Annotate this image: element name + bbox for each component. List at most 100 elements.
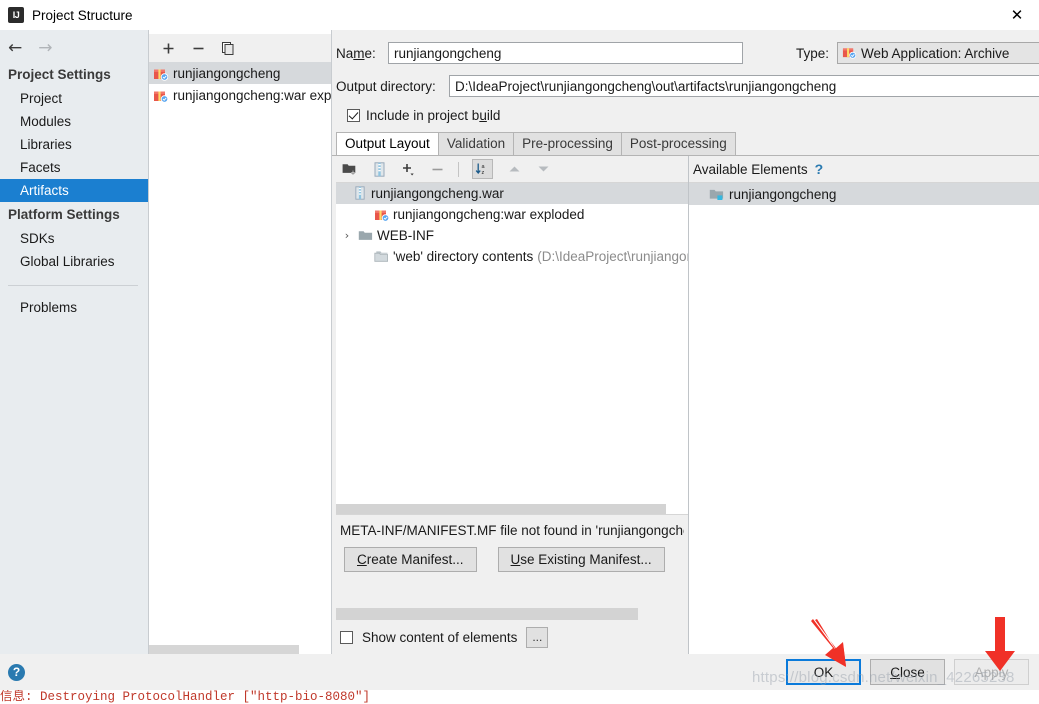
manifest-horizontal-scrollbar[interactable] — [336, 608, 688, 620]
tab-pre-processing[interactable]: Pre-processing — [513, 132, 622, 155]
artifact-icon — [153, 88, 169, 103]
tree-row-label: runjiangongcheng.war — [371, 186, 504, 201]
copy-artifact-button[interactable] — [220, 40, 236, 56]
show-content-of-elements-label: Show content of elements — [362, 629, 518, 645]
sidebar-navigation-buttons: ← → — [0, 34, 148, 62]
tree-row[interactable]: runjiangongcheng.war — [336, 183, 688, 204]
sidebar-item-problems[interactable]: Problems — [0, 296, 148, 319]
artifacts-list[interactable]: runjiangongcheng runjiangongcheng:war ex… — [149, 62, 364, 654]
artifact-icon — [374, 207, 390, 222]
artifact-list-item-label: runjiangongcheng — [173, 65, 281, 81]
tab-output-layout[interactable]: Output Layout — [336, 132, 439, 155]
chevron-right-icon[interactable]: › — [340, 229, 354, 242]
output-layout-toolbar: a z — [336, 156, 688, 182]
folder-add-icon[interactable] — [342, 161, 358, 177]
archive-icon[interactable] — [371, 161, 387, 177]
type-label: Type: — [796, 45, 830, 61]
close-icon[interactable]: ✕ — [995, 0, 1039, 30]
svg-text:z: z — [482, 170, 485, 176]
artifact-list-item[interactable]: runjiangongcheng — [149, 62, 331, 84]
arrow-left-icon[interactable]: ← — [8, 39, 22, 57]
artifact-tabs: Output Layout Validation Pre-processing … — [336, 132, 1039, 155]
sidebar-item-facets[interactable]: Facets — [0, 156, 148, 179]
dialog-body: ← → Project Settings Project Modules Lib… — [0, 30, 1039, 654]
name-input[interactable]: runjiangongcheng — [388, 42, 743, 64]
sort-az-icon[interactable]: a z — [472, 159, 493, 179]
folder-copy-icon — [374, 250, 389, 263]
include-in-build-checkbox[interactable] — [347, 109, 360, 122]
list-item[interactable]: runjiangongcheng — [689, 183, 1039, 205]
include-in-build-label: Include in project build — [366, 108, 501, 123]
remove-artifact-button[interactable] — [190, 40, 206, 56]
sidebar-item-libraries[interactable]: Libraries — [0, 133, 148, 156]
add-element-button[interactable] — [400, 161, 416, 177]
scrollbar-thumb[interactable] — [336, 504, 666, 514]
create-manifest-button[interactable]: Create Manifest... — [344, 547, 477, 572]
available-elements-header: Available Elements ? — [689, 156, 1039, 182]
artifact-icon — [842, 45, 857, 62]
sidebar-item-sdks[interactable]: SDKs — [0, 227, 148, 250]
tree-row[interactable]: 'web' directory contents (D:\IdeaProject… — [336, 246, 688, 267]
manifest-buttons: Create Manifest... Use Existing Manifest… — [344, 547, 684, 572]
output-directory-label: Output directory: — [336, 78, 436, 94]
artifact-form: Name: runjiangongcheng Type: Web Applica… — [332, 30, 1039, 132]
sidebar-item-modules[interactable]: Modules — [0, 110, 148, 133]
help-question-icon[interactable]: ? — [815, 161, 824, 177]
show-content-options-button[interactable]: ... — [526, 626, 549, 648]
artifact-list-item[interactable]: runjiangongcheng:war exploded — [149, 84, 364, 106]
tree-row[interactable]: runjiangongcheng:war exploded — [336, 204, 688, 225]
available-elements-title: Available Elements — [693, 161, 808, 177]
artifact-editor: Name: runjiangongcheng Type: Web Applica… — [332, 30, 1039, 654]
name-row: Name: runjiangongcheng Type: Web Applica… — [336, 42, 1039, 64]
sidebar-item-artifacts[interactable]: Artifacts — [0, 179, 148, 202]
scrollbar-thumb[interactable] — [336, 608, 638, 620]
sidebar-item-global-libraries[interactable]: Global Libraries — [0, 250, 148, 273]
arrow-right-icon[interactable]: → — [38, 39, 52, 57]
watermark-text: https://blog.csdn.net/weixin_42265238 — [752, 669, 1015, 686]
intellij-idea-logo — [8, 7, 24, 23]
sidebar-divider — [8, 285, 138, 286]
use-existing-manifest-button[interactable]: Use Existing Manifest... — [497, 547, 665, 572]
available-elements-list[interactable]: runjiangongcheng — [689, 182, 1039, 654]
window-titlebar: Project Structure ✕ — [0, 0, 1039, 30]
name-label: Name: — [336, 45, 376, 61]
type-select-value: Web Application: Archive — [861, 45, 1010, 61]
type-select[interactable]: Web Application: Archive ▾ — [837, 42, 1039, 64]
show-content-of-elements-checkbox[interactable] — [340, 630, 353, 644]
archive-icon — [354, 186, 367, 201]
tree-row-path: (D:\IdeaProject\runjiangongch — [537, 249, 688, 264]
sidebar-group-platform-settings: Platform Settings — [8, 207, 120, 222]
list-item-label: runjiangongcheng — [729, 186, 837, 202]
tree-row-label: 'web' directory contents — [393, 249, 534, 264]
window-title: Project Structure — [32, 7, 133, 23]
available-elements-pane: Available Elements ? runjiangongcheng — [689, 156, 1039, 654]
artifacts-list-horizontal-scrollbar[interactable] — [149, 645, 331, 654]
output-directory-input[interactable]: D:\IdeaProject\runjiangongcheng\out\arti… — [449, 75, 1039, 97]
artifact-icon — [153, 66, 169, 81]
tree-row[interactable]: › WEB-INF — [336, 225, 688, 246]
folder-icon — [358, 229, 373, 242]
sidebar-group-project-settings: Project Settings — [8, 67, 111, 82]
include-in-build-row[interactable]: Include in project build — [347, 108, 1039, 123]
bottom-options: Show content of elements ... — [336, 620, 688, 654]
settings-sidebar: ← → Project Settings Project Modules Lib… — [0, 30, 149, 654]
tab-post-processing[interactable]: Post-processing — [620, 132, 736, 155]
add-artifact-button[interactable] — [160, 40, 176, 56]
output-directory-row: Output directory: D:\IdeaProject\runjian… — [336, 75, 1039, 97]
output-layout-split: a z runjiangongcheng.war runjiangongchen… — [336, 156, 1039, 654]
output-layout-tree-horizontal-scrollbar[interactable] — [336, 504, 688, 514]
sidebar-item-project[interactable]: Project — [0, 87, 148, 110]
module-folder-icon — [709, 188, 724, 201]
triangle-down-icon[interactable] — [535, 161, 551, 177]
manifest-panel: META-INF/MANIFEST.MF file not found in '… — [336, 514, 688, 608]
output-layout-tree[interactable]: runjiangongcheng.war runjiangongcheng:wa… — [336, 182, 688, 504]
artifacts-toolbar — [149, 34, 331, 62]
scrollbar-thumb[interactable] — [149, 645, 299, 654]
tree-row-label: WEB-INF — [377, 228, 434, 243]
triangle-up-icon[interactable] — [506, 161, 522, 177]
tab-validation[interactable]: Validation — [437, 132, 515, 155]
output-layout-pane: a z runjiangongcheng.war runjiangongchen… — [336, 156, 689, 654]
toolbar-divider — [458, 161, 459, 177]
remove-element-button[interactable] — [429, 161, 445, 177]
help-circle-icon[interactable]: ? — [8, 663, 25, 681]
